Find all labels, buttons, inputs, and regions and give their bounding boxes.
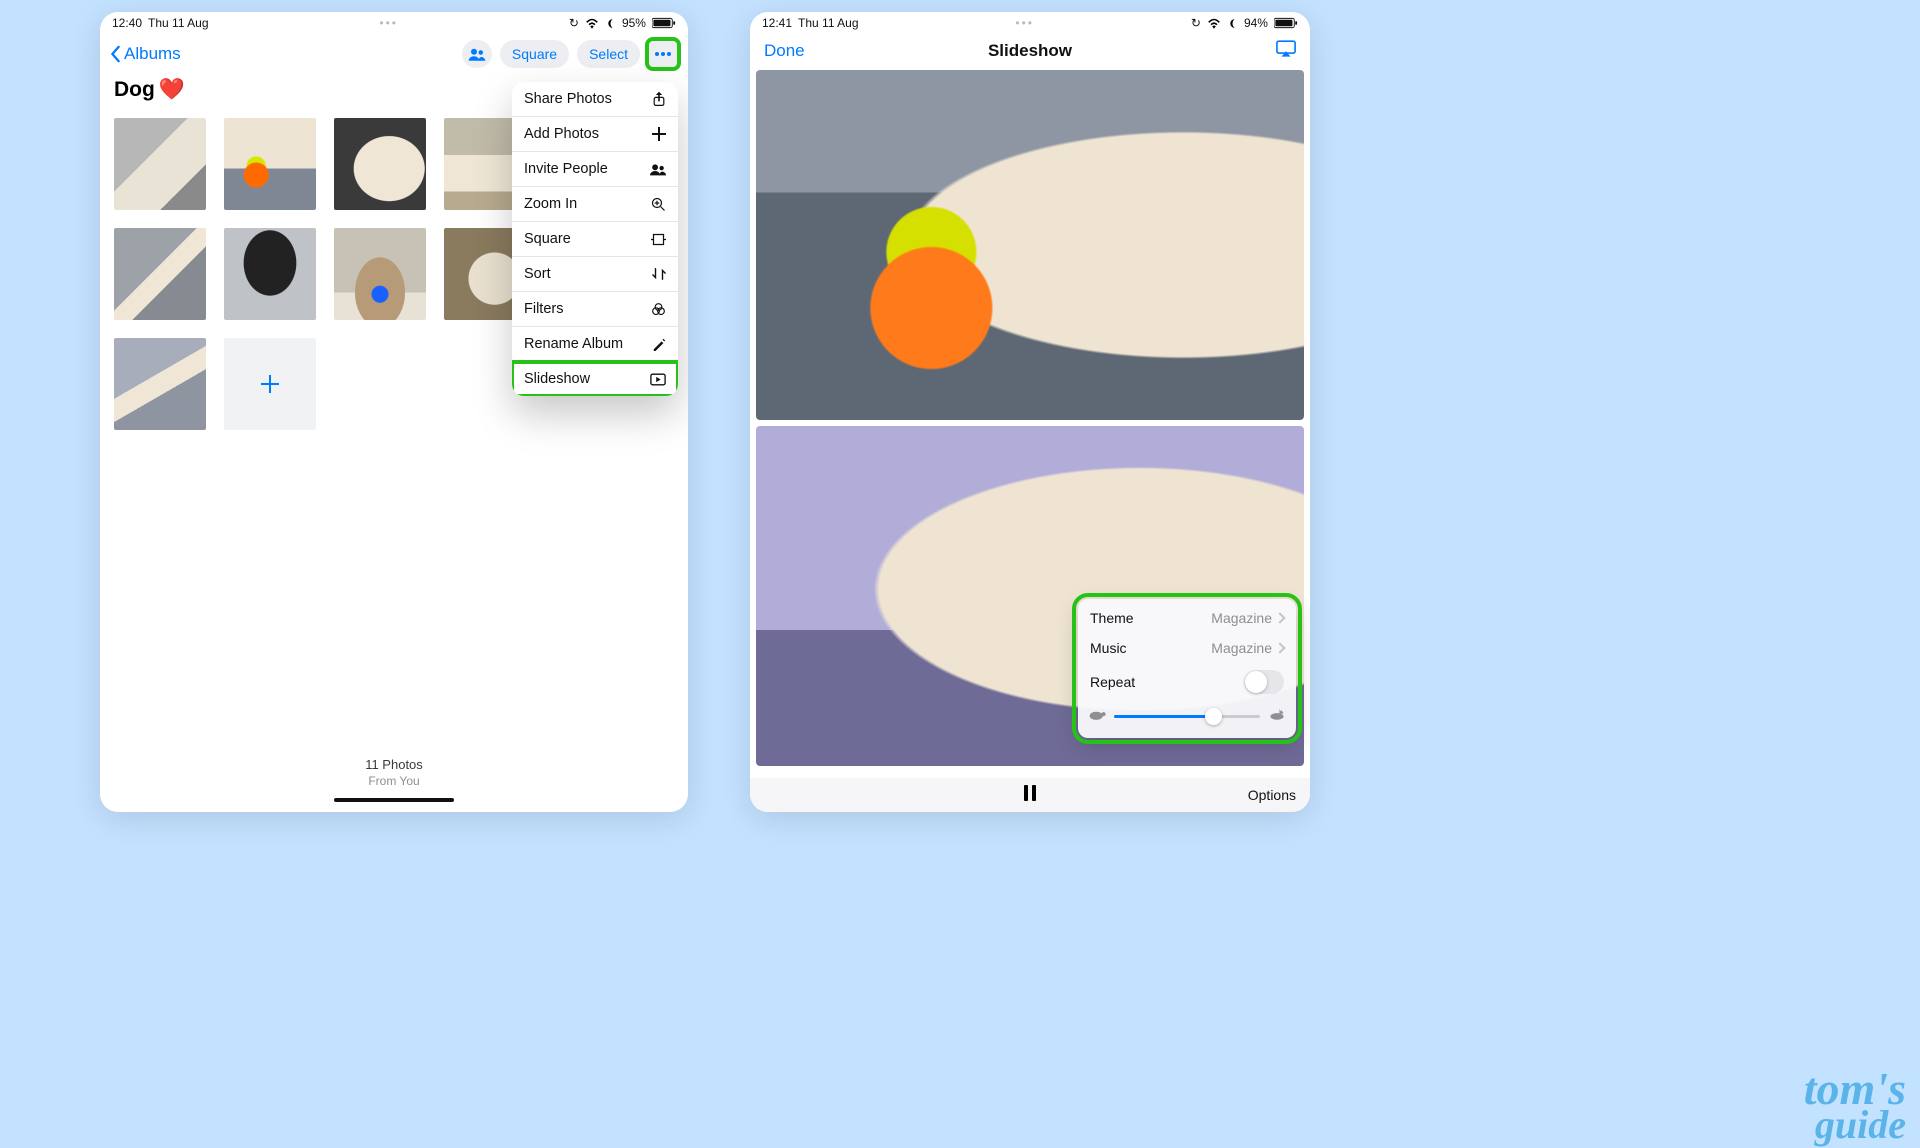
menu-filters[interactable]: Filters bbox=[512, 292, 678, 327]
chevron-left-icon bbox=[110, 45, 122, 63]
slideshow-options-panel: Theme Magazine Music Magazine Repeat bbox=[1078, 599, 1296, 738]
chevron-right-icon bbox=[1274, 612, 1285, 623]
battery-icon bbox=[652, 17, 676, 29]
pause-button[interactable] bbox=[1023, 785, 1037, 806]
more-menu-button[interactable] bbox=[648, 40, 678, 68]
menu-slideshow[interactable]: Slideshow bbox=[512, 362, 678, 396]
photo-count: 11 Photos bbox=[100, 757, 688, 772]
option-theme[interactable]: Theme Magazine bbox=[1078, 603, 1296, 633]
slide-photo bbox=[756, 70, 1304, 420]
photo-thumbnail[interactable] bbox=[114, 338, 206, 430]
status-time: 12:41 bbox=[762, 16, 792, 30]
options-button[interactable]: Options bbox=[1248, 787, 1296, 803]
people-icon bbox=[650, 163, 666, 176]
zoom-in-icon bbox=[651, 197, 666, 212]
ipad-slideshow: 12:41 Thu 11 Aug ••• ↻ 94% Done Slidesho… bbox=[750, 12, 1310, 812]
sync-icon: ↻ bbox=[569, 16, 579, 30]
wifi-icon bbox=[1207, 18, 1221, 29]
slideshow-canvas[interactable]: Theme Magazine Music Magazine Repeat bbox=[750, 70, 1310, 766]
square-layout-button[interactable]: Square bbox=[500, 40, 569, 68]
repeat-toggle[interactable] bbox=[1244, 670, 1284, 694]
rabbit-icon bbox=[1268, 707, 1286, 726]
sort-icon bbox=[652, 267, 666, 281]
album-owner: From You bbox=[100, 774, 688, 788]
filter-icon bbox=[651, 302, 666, 317]
ellipsis-icon bbox=[655, 52, 671, 56]
photo-thumbnail[interactable] bbox=[334, 118, 426, 210]
menu-rename-album[interactable]: Rename Album bbox=[512, 327, 678, 362]
photo-thumbnail[interactable] bbox=[114, 118, 206, 210]
menu-zoom-in[interactable]: Zoom In bbox=[512, 187, 678, 222]
photo-thumbnail[interactable] bbox=[334, 228, 426, 320]
slideshow-toolbar: Options bbox=[750, 778, 1310, 812]
pause-icon bbox=[1023, 785, 1037, 801]
share-icon bbox=[652, 91, 666, 107]
page-title: Slideshow bbox=[750, 41, 1310, 61]
multitask-dots-icon[interactable]: ••• bbox=[379, 16, 398, 30]
watermark: tom'sguide bbox=[1804, 1069, 1906, 1142]
option-speed-slider[interactable] bbox=[1078, 701, 1296, 734]
status-bar: 12:40 Thu 11 Aug ••• ↻ 95% bbox=[100, 12, 688, 34]
more-menu-dropdown: Share Photos Add Photos Invite People Zo… bbox=[512, 82, 678, 396]
done-button[interactable]: Done bbox=[764, 41, 805, 61]
menu-sort[interactable]: Sort bbox=[512, 257, 678, 292]
airplay-icon bbox=[1276, 40, 1296, 57]
chevron-right-icon bbox=[1274, 642, 1285, 653]
home-indicator[interactable] bbox=[334, 798, 454, 802]
dnd-moon-icon bbox=[605, 18, 616, 29]
photo-thumbnail[interactable] bbox=[224, 228, 316, 320]
battery-percent: 95% bbox=[622, 16, 646, 30]
multitask-dots-icon[interactable]: ••• bbox=[1015, 16, 1034, 30]
sync-icon: ↻ bbox=[1191, 16, 1201, 30]
shared-library-button[interactable] bbox=[462, 40, 492, 68]
plus-icon bbox=[258, 372, 282, 396]
photo-thumbnail[interactable] bbox=[114, 228, 206, 320]
menu-share-photos[interactable]: Share Photos bbox=[512, 82, 678, 117]
nav-bar: Done Slideshow bbox=[750, 34, 1310, 70]
wifi-icon bbox=[585, 18, 599, 29]
status-date: Thu 11 Aug bbox=[798, 16, 859, 30]
back-albums-button[interactable]: Albums bbox=[110, 44, 181, 64]
play-rect-icon bbox=[650, 373, 666, 386]
airplay-button[interactable] bbox=[1276, 40, 1296, 62]
photo-thumbnail[interactable] bbox=[224, 118, 316, 210]
menu-square[interactable]: Square bbox=[512, 222, 678, 257]
battery-icon bbox=[1274, 17, 1298, 29]
status-time: 12:40 bbox=[112, 16, 142, 30]
menu-add-photos[interactable]: Add Photos bbox=[512, 117, 678, 152]
pencil-icon bbox=[652, 337, 666, 351]
plus-icon bbox=[652, 127, 666, 141]
aspect-icon bbox=[651, 233, 666, 246]
select-button[interactable]: Select bbox=[577, 40, 640, 68]
battery-percent: 94% bbox=[1244, 16, 1268, 30]
ipad-photos-album: 12:40 Thu 11 Aug ••• ↻ 95% Albums bbox=[100, 12, 688, 812]
back-label: Albums bbox=[124, 44, 181, 64]
dnd-moon-icon bbox=[1227, 18, 1238, 29]
heart-icon: ❤️ bbox=[159, 78, 185, 102]
add-photo-button[interactable] bbox=[224, 338, 316, 430]
menu-invite-people[interactable]: Invite People bbox=[512, 152, 678, 187]
option-music[interactable]: Music Magazine bbox=[1078, 633, 1296, 663]
album-footer: 11 Photos From You bbox=[100, 757, 688, 802]
status-bar: 12:41 Thu 11 Aug ••• ↻ 94% bbox=[750, 12, 1310, 34]
turtle-icon bbox=[1088, 708, 1106, 726]
status-date: Thu 11 Aug bbox=[148, 16, 209, 30]
nav-bar: Albums Square Select bbox=[100, 34, 688, 78]
option-repeat[interactable]: Repeat bbox=[1078, 663, 1296, 701]
